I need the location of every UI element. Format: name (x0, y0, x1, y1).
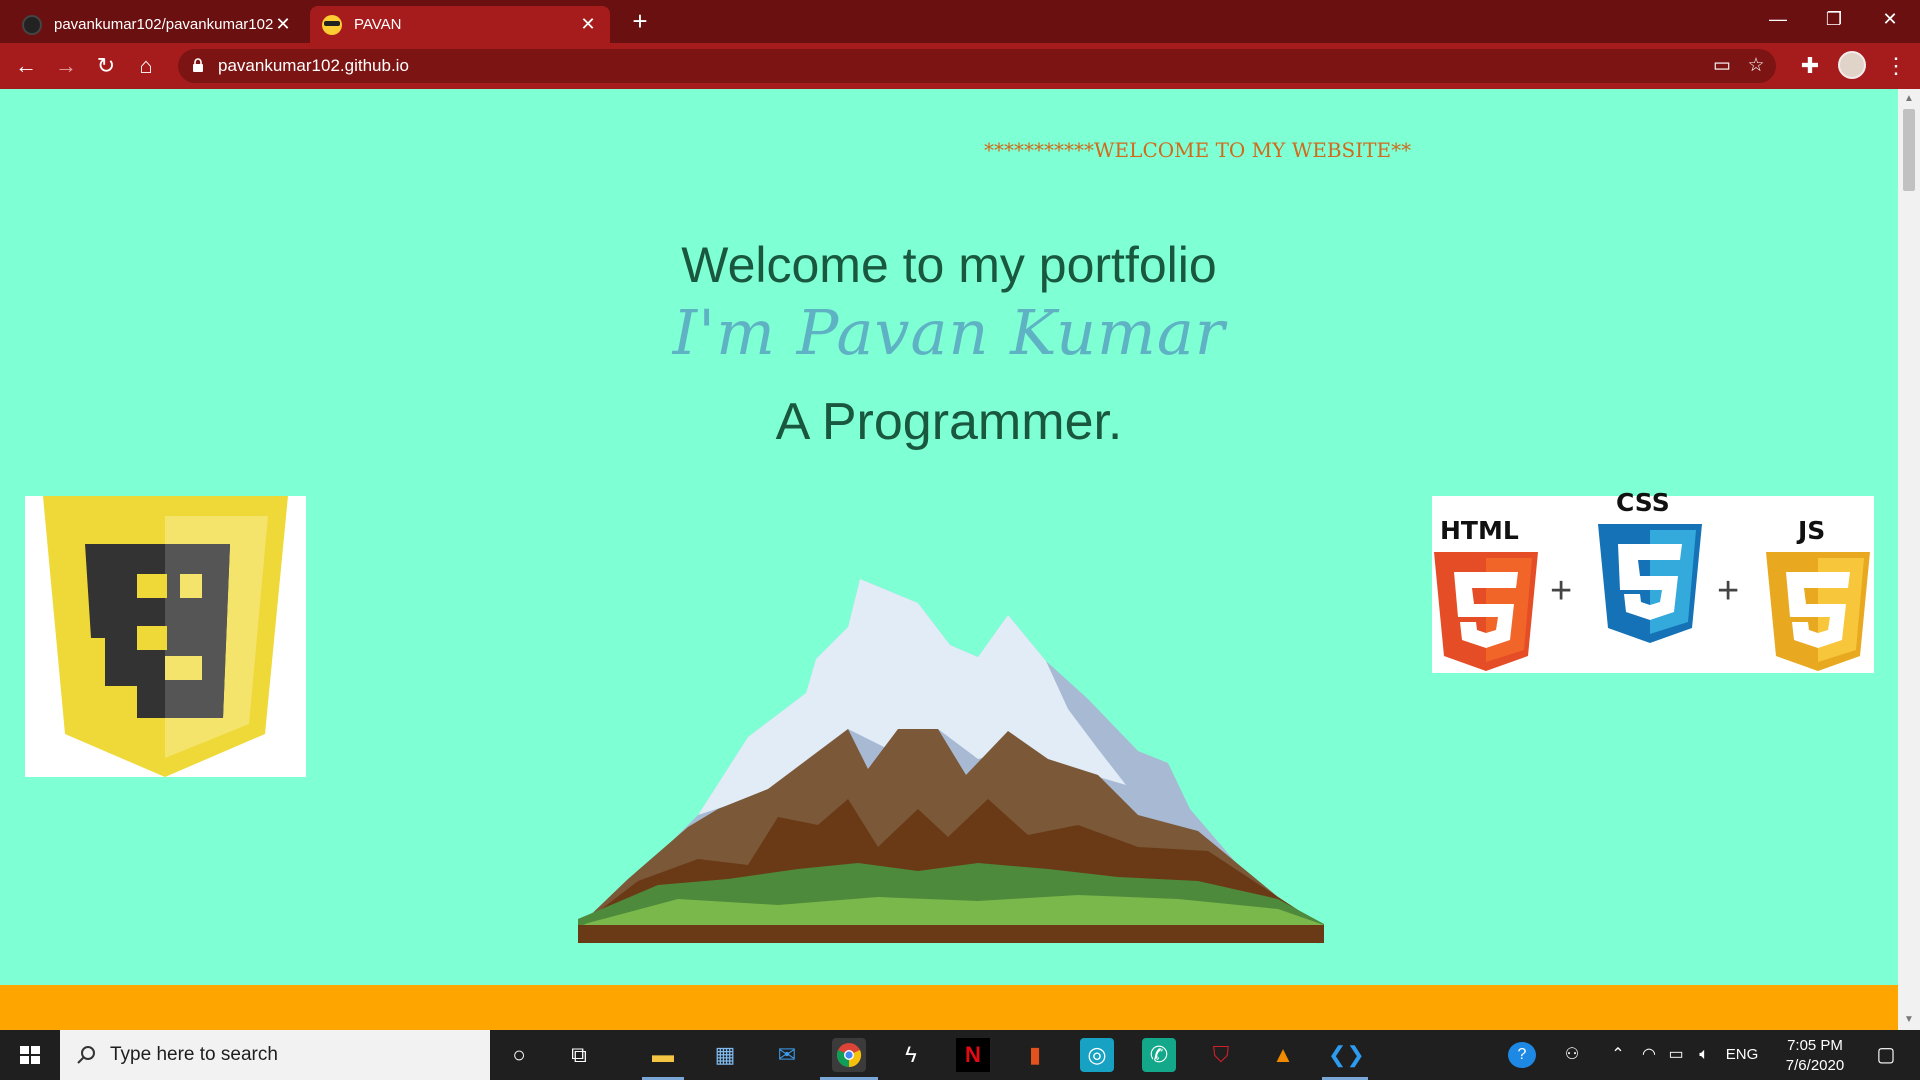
wifi-icon[interactable]: ◠ (1638, 1042, 1660, 1068)
css-logo-label: CSS (1616, 488, 1670, 517)
page-scrollbar[interactable]: ▲ ▼ (1898, 89, 1920, 1030)
cortana-icon[interactable]: ○ (502, 1038, 536, 1072)
sunglasses-emoji-icon (322, 14, 342, 35)
show-hidden-icons[interactable]: ⌃ (1608, 1042, 1628, 1068)
vlc-icon[interactable]: ▲ (1266, 1038, 1300, 1072)
javascript-logo (25, 496, 306, 777)
lock-icon (193, 58, 203, 72)
name-heading: I'm Pavan Kumar (672, 296, 1226, 369)
github-icon (22, 14, 42, 35)
tab-pavan[interactable]: PAVAN ✕ (310, 6, 610, 43)
js-logo-label: JS (1798, 516, 1826, 545)
taskbar-clock[interactable]: 7:05 PM 7/6/2020 (1765, 1036, 1865, 1076)
close-window-button[interactable]: ✕ (1862, 0, 1918, 38)
back-icon[interactable]: ← (10, 50, 42, 82)
plus-sign: + (1717, 570, 1740, 612)
url-text[interactable]: pavankumar102.github.io (218, 49, 409, 83)
mcafee-icon[interactable]: ⛉ (1204, 1038, 1238, 1072)
tab-title: PAVAN (354, 16, 402, 33)
html-logo-label: HTML (1440, 516, 1519, 545)
mail-icon[interactable]: ✉ (770, 1038, 804, 1072)
chrome-icon[interactable] (832, 1038, 866, 1072)
file-explorer-icon[interactable]: ▬ (646, 1038, 680, 1072)
plus-sign: + (1550, 570, 1573, 612)
instagram-icon[interactable]: ◎ (1080, 1038, 1114, 1072)
minimize-button[interactable]: — (1750, 0, 1806, 38)
reload-icon[interactable]: ↻ (90, 50, 122, 82)
close-tab-icon[interactable]: ✕ (273, 14, 293, 35)
search-icon (77, 1046, 95, 1064)
browser-toolbar: ← → ↻ ⌂ pavankumar102.github.io ▭ ☆ ✚ ⋮ (0, 43, 1920, 89)
windows-logo-icon (20, 1046, 40, 1064)
netflix-icon[interactable]: N (956, 1038, 990, 1072)
profile-avatar[interactable] (1838, 51, 1866, 79)
notifications-icon[interactable]: ▢ (1870, 1042, 1902, 1068)
page-viewport: ***********WELCOME TO MY WEBSITE** Welco… (0, 89, 1898, 1030)
html-css-js-logo: HTML CSS JS + + (1432, 488, 1874, 673)
browser-tabstrip: pavankumar102/pavankumar102 ✕ PAVAN ✕ + … (0, 0, 1920, 43)
tab-title: pavankumar102/pavankumar102 (54, 16, 273, 33)
volume-icon[interactable]: 🔈︎ (1692, 1042, 1716, 1068)
home-icon[interactable]: ⌂ (130, 50, 162, 82)
footer-orange-bar (0, 985, 1898, 1030)
language-indicator[interactable]: ENG (1722, 1042, 1762, 1068)
search-placeholder: Type here to search (110, 1044, 278, 1065)
cast-icon[interactable]: ▭ (1706, 50, 1738, 82)
extensions-icon[interactable]: ✚ (1794, 50, 1826, 82)
role-heading: A Programmer. (775, 393, 1123, 451)
clock-date: 7/6/2020 (1785, 1057, 1845, 1074)
lightning-app-icon[interactable]: ϟ (894, 1038, 928, 1072)
address-bar[interactable]: pavankumar102.github.io ▭ ☆ (178, 49, 1776, 83)
vscode-icon[interactable]: ❮❯ (1328, 1038, 1365, 1072)
microsoft-store-icon[interactable]: ▦ (708, 1038, 742, 1072)
people-icon[interactable]: ⚇ (1560, 1042, 1584, 1068)
task-view-icon[interactable]: ⧉ (562, 1038, 596, 1072)
mountain-illustration (578, 579, 1324, 943)
menu-icon[interactable]: ⋮ (1880, 50, 1912, 82)
clock-time: 7:05 PM (1787, 1037, 1843, 1054)
welcome-marquee: ***********WELCOME TO MY WEBSITE** (984, 138, 1412, 162)
start-button[interactable] (0, 1030, 60, 1080)
scroll-up-arrow-icon[interactable]: ▲ (1903, 93, 1915, 105)
windows-taskbar: Type here to search ○ ⧉ ▬ ▦ ✉ ϟ N ▮ ◎ ✆ … (0, 1030, 1920, 1080)
bookmark-star-icon[interactable]: ☆ (1740, 50, 1772, 82)
new-tab-button[interactable]: + (624, 6, 656, 38)
tab-github[interactable]: pavankumar102/pavankumar102 ✕ (10, 6, 305, 43)
restore-button[interactable]: ❐ (1806, 0, 1862, 38)
scrollbar-thumb[interactable] (1903, 109, 1915, 191)
forward-icon[interactable]: → (50, 50, 82, 82)
close-tab-icon[interactable]: ✕ (578, 14, 598, 35)
scroll-down-arrow-icon[interactable]: ▼ (1903, 1014, 1915, 1026)
battery-icon[interactable]: ▭ (1664, 1042, 1688, 1068)
whatsapp-icon[interactable]: ✆ (1142, 1038, 1176, 1072)
office-icon[interactable]: ▮ (1018, 1038, 1052, 1072)
help-icon[interactable]: ? (1508, 1042, 1536, 1068)
taskbar-search[interactable]: Type here to search (60, 1030, 490, 1080)
page-headline: Welcome to my portfolio (681, 237, 1217, 293)
